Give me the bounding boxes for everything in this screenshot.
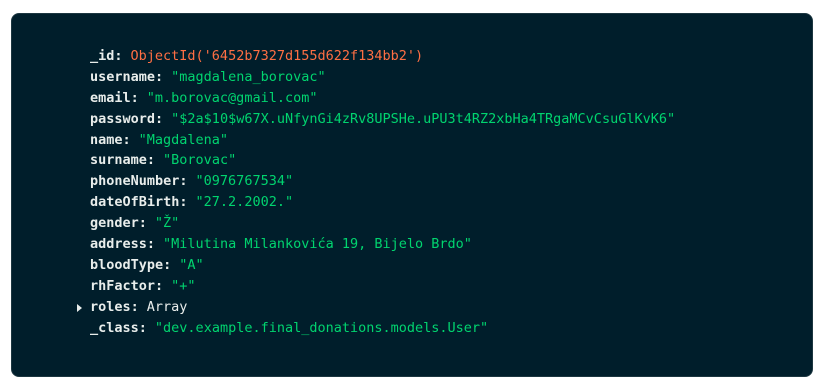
field-colon: :: [146, 152, 156, 169]
field-key: _class: [90, 319, 139, 336]
field-colon: :: [179, 173, 188, 190]
field-value: "Milutina Milankovića 19, Bijelo Brdo": [163, 236, 472, 253]
field-value: "+": [171, 277, 196, 294]
field-key: rhFactor: [90, 277, 156, 294]
field-colon: :: [138, 215, 147, 232]
field-key: dateOfBirth: [90, 194, 180, 211]
field-key: phoneNumber: [90, 173, 180, 190]
field-value: "A": [179, 256, 204, 273]
field-key: surname: [90, 152, 147, 169]
field-colon: :: [138, 319, 147, 336]
field-key: name: [90, 131, 123, 148]
field-colon: :: [130, 89, 139, 106]
document-card[interactable]: _id: ObjectId('6452b7327d155d622f134bb2')…: [11, 13, 813, 377]
field-value: "magdalena_borovac": [171, 68, 326, 85]
field-row-class: _class: "dev.example.final_donations.mode…: [90, 318, 675, 339]
field-value: "27.2.2002.": [195, 194, 294, 211]
field-key: email: [90, 89, 131, 106]
field-value: "m.borovac@gmail.com": [146, 89, 318, 106]
field-row-phonenumber: phoneNumber: "0976767534": [90, 171, 675, 192]
field-key: gender: [90, 215, 139, 232]
field-colon: :: [130, 298, 139, 315]
field-row-gender: gender: "Ž": [90, 213, 675, 234]
field-row-surname: surname: "Borovac": [90, 150, 675, 171]
field-key: address: [90, 236, 147, 253]
page: _id: ObjectId('6452b7327d155d622f134bb2')…: [0, 0, 824, 383]
field-row-password: password: "$2a$10$w67X.uNfynGi4zRv8UPSHe.…: [90, 109, 675, 130]
field-colon: :: [155, 110, 164, 127]
field-row-roles[interactable]: roles: Array: [77, 297, 675, 318]
field-row-email: email: "m.borovac@gmail.com": [90, 88, 675, 109]
field-value: ObjectId('6452b7327d155d622f134bb2'): [130, 48, 424, 64]
field-colon: :: [155, 68, 164, 85]
field-value: "Magdalena": [138, 131, 229, 148]
field-colon: :: [122, 131, 131, 148]
field-key: roles: [90, 298, 131, 315]
field-value: Array: [146, 298, 188, 315]
expand-caret-icon[interactable]: [77, 303, 82, 312]
field-value: "dev.example.final_donations.models.User…: [154, 319, 489, 336]
field-key: _id: [90, 48, 115, 64]
field-colon: :: [163, 256, 172, 273]
field-key: password: [90, 110, 156, 127]
field-row-id: _id: ObjectId('6452b7327d155d622f134bb2'): [90, 46, 675, 67]
field-row-bloodtype: bloodType: "A": [90, 255, 675, 276]
field-key: username: [90, 68, 156, 85]
field-value: "Borovac": [163, 152, 237, 169]
field-colon: :: [146, 236, 156, 253]
field-row-address: address: "Milutina Milankovića 19, Bijelo…: [90, 234, 675, 255]
field-colon: :: [114, 48, 123, 64]
field-value: "Ž": [154, 215, 180, 232]
field-key: bloodType: [90, 256, 164, 273]
field-colon: :: [155, 277, 164, 294]
field-row-dateofbirth: dateOfBirth: "27.2.2002.": [90, 192, 675, 213]
document-fields: _id: ObjectId('6452b7327d155d622f134bb2')…: [77, 46, 675, 339]
field-row-name: name: "Magdalena": [90, 130, 675, 151]
field-colon: :: [179, 194, 188, 211]
field-value: "$2a$10$w67X.uNfynGi4zRv8UPSHe.uPU3t4RZ2…: [171, 110, 676, 127]
field-value: "0976767534": [195, 173, 294, 190]
field-row-username: username: "magdalena_borovac": [90, 67, 675, 88]
field-row-rhfactor: rhFactor: "+": [90, 276, 675, 297]
